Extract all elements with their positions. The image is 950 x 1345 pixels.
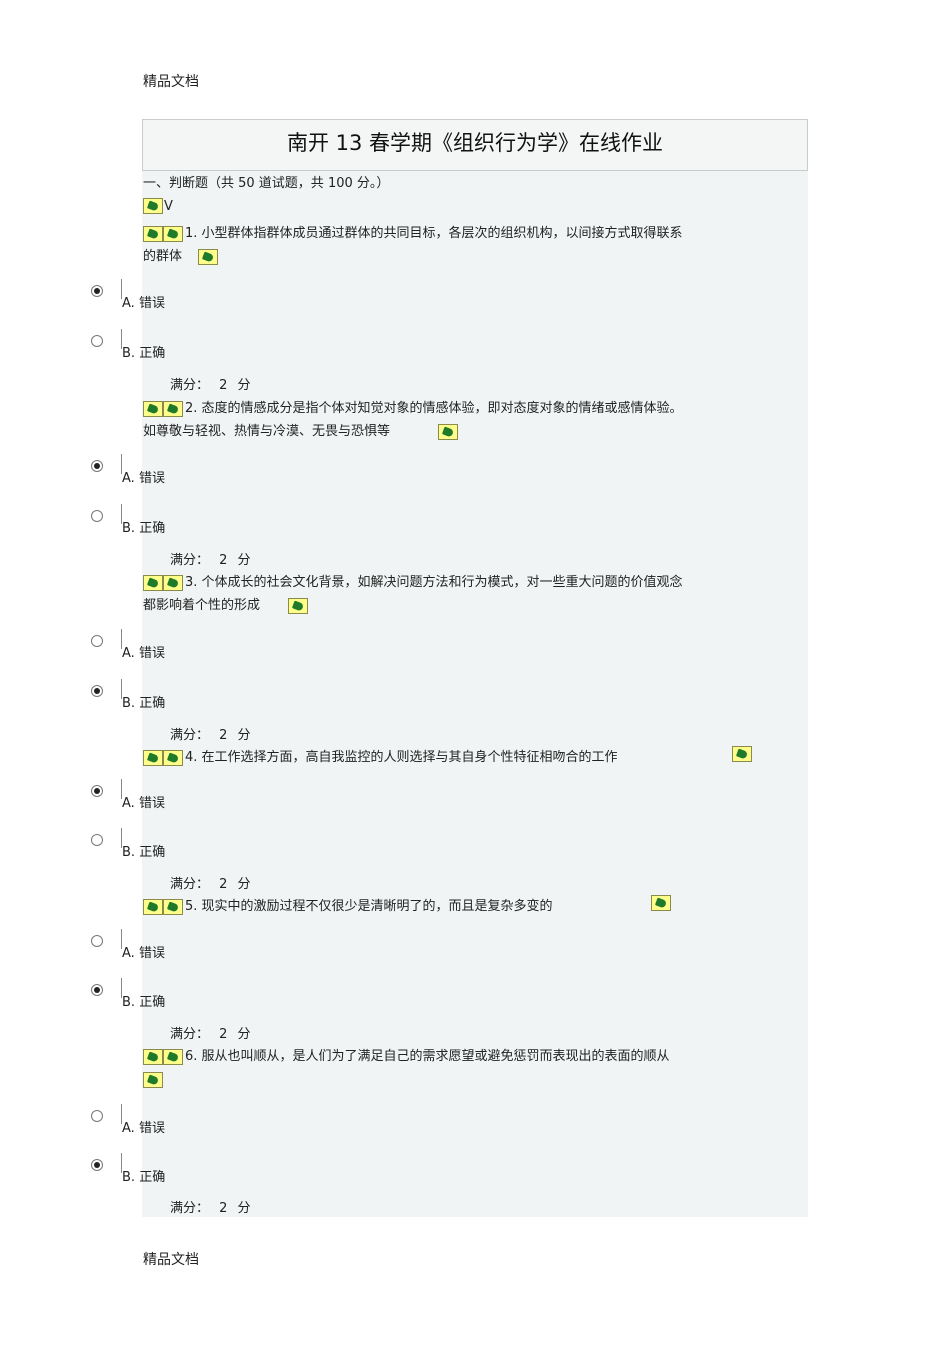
translate-icon[interactable]	[143, 574, 163, 591]
legend-row: V	[143, 198, 173, 214]
question-number: 6.	[185, 1049, 198, 1064]
option-label: 错误	[138, 1121, 165, 1136]
option-letter: A.	[122, 796, 135, 811]
question-text-line2: 的群体	[143, 249, 183, 264]
translate-icon[interactable]	[143, 1048, 163, 1065]
translate-icon[interactable]	[163, 400, 183, 417]
translate-icon[interactable]	[143, 198, 163, 214]
translate-icon[interactable]	[651, 895, 671, 911]
translate-icon[interactable]	[163, 225, 183, 242]
option-letter: B.	[122, 696, 136, 711]
question-text-line1: 在工作选择方面，高自我监控的人则选择与其自身个性特征相吻合的工作	[201, 750, 618, 765]
option-label: 正确	[139, 845, 166, 860]
translate-icon[interactable]	[732, 746, 752, 762]
translate-icon[interactable]	[143, 898, 163, 915]
section-heading: 一、判断题（共 50 道试题，共 100 分。）	[143, 176, 390, 191]
option-label: 错误	[138, 946, 165, 961]
option-letter: B.	[122, 1170, 136, 1185]
option-letter: A.	[122, 946, 135, 961]
translate-icon[interactable]	[438, 423, 459, 440]
translate-icon[interactable]	[163, 1048, 183, 1065]
question-text-line1: 态度的情感成分是指个体对知觉对象的情感体验，即对态度对象的情绪或感情体验。	[201, 401, 683, 416]
option-label: 正确	[139, 1170, 166, 1185]
question-1: 1. 小型群体指群体成员通过群体的共同目标，各层次的组织机构，以间接方式取得联系…	[143, 222, 743, 268]
question-text-line1: 服从也叫顺从，是人们为了满足自己的需求愿望或避免惩罚而表现出的表面的顺从	[201, 1049, 670, 1064]
score-label: 满分： 2 分	[170, 553, 251, 568]
question-number: 2.	[185, 401, 198, 416]
radio-button[interactable]	[91, 785, 103, 797]
option-letter: A.	[122, 1121, 135, 1136]
option-label: 错误	[138, 796, 165, 811]
radio-button[interactable]	[91, 1159, 103, 1171]
score-label: 满分： 2 分	[170, 378, 251, 393]
radio-button[interactable]	[91, 834, 103, 846]
question-text-line1: 小型群体指群体成员通过群体的共同目标，各层次的组织机构，以间接方式取得联系	[201, 226, 683, 241]
question-text-line2: 如尊敬与轻视、热情与冷漠、无畏与恐惧等	[143, 424, 391, 439]
option-letter: B.	[122, 346, 136, 361]
translate-icon[interactable]	[163, 749, 183, 766]
option-label: 正确	[139, 521, 166, 536]
score-label: 满分： 2 分	[170, 1201, 251, 1216]
question-number: 5.	[185, 899, 198, 914]
radio-button[interactable]	[91, 1110, 103, 1122]
option-label: 错误	[138, 296, 165, 311]
question-3: 3. 个体成长的社会文化背景，如解决问题方法和行为模式，对一些重大问题的价值观念…	[143, 571, 743, 617]
question-number: 4.	[185, 750, 198, 765]
translate-icon[interactable]	[143, 749, 163, 766]
radio-button[interactable]	[91, 984, 103, 996]
question-2: 2. 态度的情感成分是指个体对知觉对象的情感体验，即对态度对象的情绪或感情体验。…	[143, 397, 743, 443]
score-label: 满分： 2 分	[170, 1027, 251, 1042]
option-label: 错误	[138, 471, 165, 486]
question-6: 6. 服从也叫顺从，是人们为了满足自己的需求愿望或避免惩罚而表现出的表面的顺从	[143, 1045, 743, 1091]
translate-icon[interactable]	[143, 225, 163, 242]
score-label: 满分： 2 分	[170, 728, 251, 743]
radio-button[interactable]	[91, 460, 103, 472]
translate-icon[interactable]	[163, 574, 183, 591]
option-label: 正确	[139, 346, 166, 361]
question-number: 1.	[185, 226, 198, 241]
translate-icon[interactable]	[288, 597, 309, 614]
option-letter: B.	[122, 845, 136, 860]
option-label: 正确	[139, 696, 166, 711]
question-text-line1: 个体成长的社会文化背景，如解决问题方法和行为模式，对一些重大问题的价值观念	[201, 575, 683, 590]
translate-icon[interactable]	[143, 1071, 163, 1088]
translate-icon[interactable]	[143, 400, 163, 417]
question-text-line1: 现实中的激励过程不仅很少是清晰明了的，而且是复杂多变的	[201, 899, 553, 914]
radio-button[interactable]	[91, 635, 103, 647]
radio-button[interactable]	[91, 285, 103, 297]
option-label: 正确	[139, 995, 166, 1010]
question-text-line2: 都影响着个性的形成	[143, 598, 261, 613]
option-letter: A.	[122, 471, 135, 486]
option-letter: B.	[122, 995, 136, 1010]
radio-button[interactable]	[91, 510, 103, 522]
radio-button[interactable]	[91, 335, 103, 347]
page-title: 南开 13 春学期《组织行为学》在线作业	[142, 119, 808, 171]
question-number: 3.	[185, 575, 198, 590]
watermark-top: 精品文档	[143, 74, 199, 90]
translate-icon[interactable]	[198, 248, 219, 265]
option-label: 错误	[138, 646, 165, 661]
option-letter: A.	[122, 646, 135, 661]
score-label: 满分： 2 分	[170, 877, 251, 892]
translate-icon[interactable]	[163, 898, 183, 915]
radio-button[interactable]	[91, 685, 103, 697]
v-label: V	[164, 198, 173, 214]
watermark-bottom: 精品文档	[143, 1252, 199, 1268]
radio-button[interactable]	[91, 935, 103, 947]
option-letter: B.	[122, 521, 136, 536]
question-4: 4. 在工作选择方面，高自我监控的人则选择与其自身个性特征相吻合的工作	[143, 746, 783, 769]
option-letter: A.	[122, 296, 135, 311]
